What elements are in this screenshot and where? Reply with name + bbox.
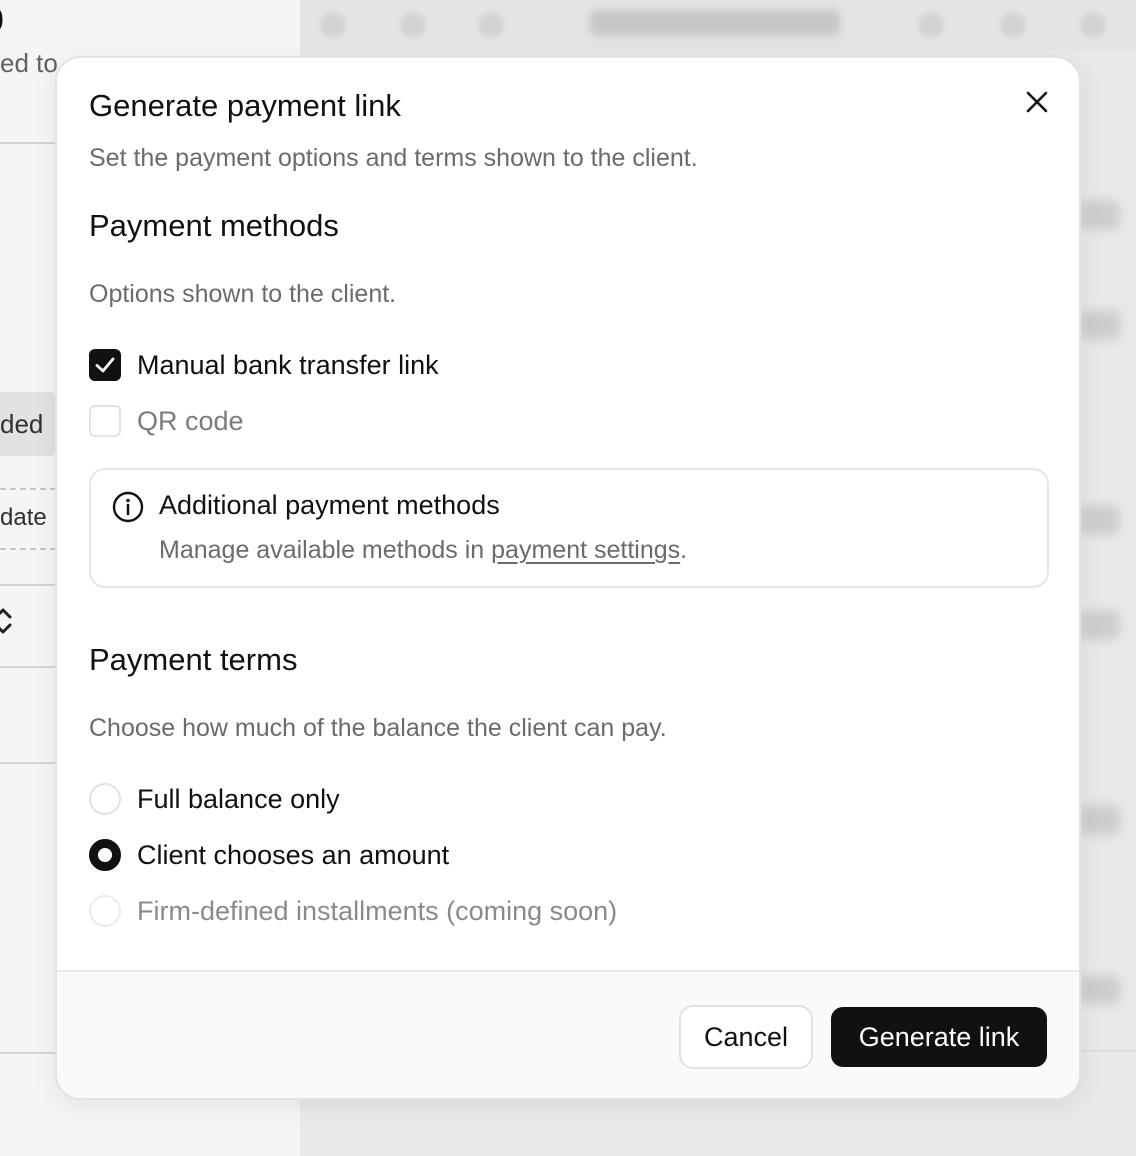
full-balance-only-label: Full balance only (137, 783, 340, 814)
payment-terms-description: Choose how much of the balance the clien… (89, 714, 667, 742)
close-button[interactable] (1019, 84, 1055, 120)
checkmark-icon (95, 357, 115, 373)
firm-defined-installments-label: Firm-defined installments (coming soon) (137, 895, 618, 926)
generate-link-button[interactable]: Generate link (831, 1007, 1047, 1067)
callout-title: Additional payment methods (159, 490, 500, 520)
close-icon (1026, 91, 1048, 113)
client-chooses-amount-label: Client chooses an amount (137, 839, 450, 870)
dialog-footer: Cancel Generate link (57, 970, 1079, 1098)
dialog-title: Generate payment link (89, 88, 401, 123)
option-firm-defined-installments: Firm-defined installments (coming soon) (89, 894, 617, 928)
full-balance-only-radio[interactable] (89, 783, 121, 815)
info-icon (112, 491, 144, 523)
additional-payment-methods-callout: Additional payment methods Manage availa… (89, 468, 1049, 588)
option-manual-bank-transfer[interactable]: Manual bank transfer link (89, 348, 439, 382)
cancel-button[interactable]: Cancel (679, 1005, 813, 1069)
firm-defined-installments-radio (89, 895, 121, 927)
payment-terms-title: Payment terms (89, 642, 298, 677)
qr-code-label: QR code (137, 405, 244, 436)
generate-payment-link-dialog: Generate payment link Set the payment op… (55, 56, 1081, 1100)
option-client-chooses-amount[interactable]: Client chooses an amount (89, 838, 449, 872)
callout-text: Manage available methods in payment sett… (159, 536, 688, 564)
dialog-description: Set the payment options and terms shown … (89, 144, 698, 172)
option-full-balance-only[interactable]: Full balance only (89, 782, 340, 816)
payment-methods-title: Payment methods (89, 208, 339, 243)
manual-bank-transfer-label: Manual bank transfer link (137, 349, 439, 380)
payment-methods-description: Options shown to the client. (89, 280, 397, 308)
option-qr-code[interactable]: QR code (89, 404, 244, 438)
client-chooses-amount-radio[interactable] (89, 839, 121, 871)
manual-bank-transfer-checkbox[interactable] (89, 349, 121, 381)
payment-settings-link[interactable]: payment settings (491, 536, 680, 564)
qr-code-checkbox[interactable] (89, 405, 121, 437)
